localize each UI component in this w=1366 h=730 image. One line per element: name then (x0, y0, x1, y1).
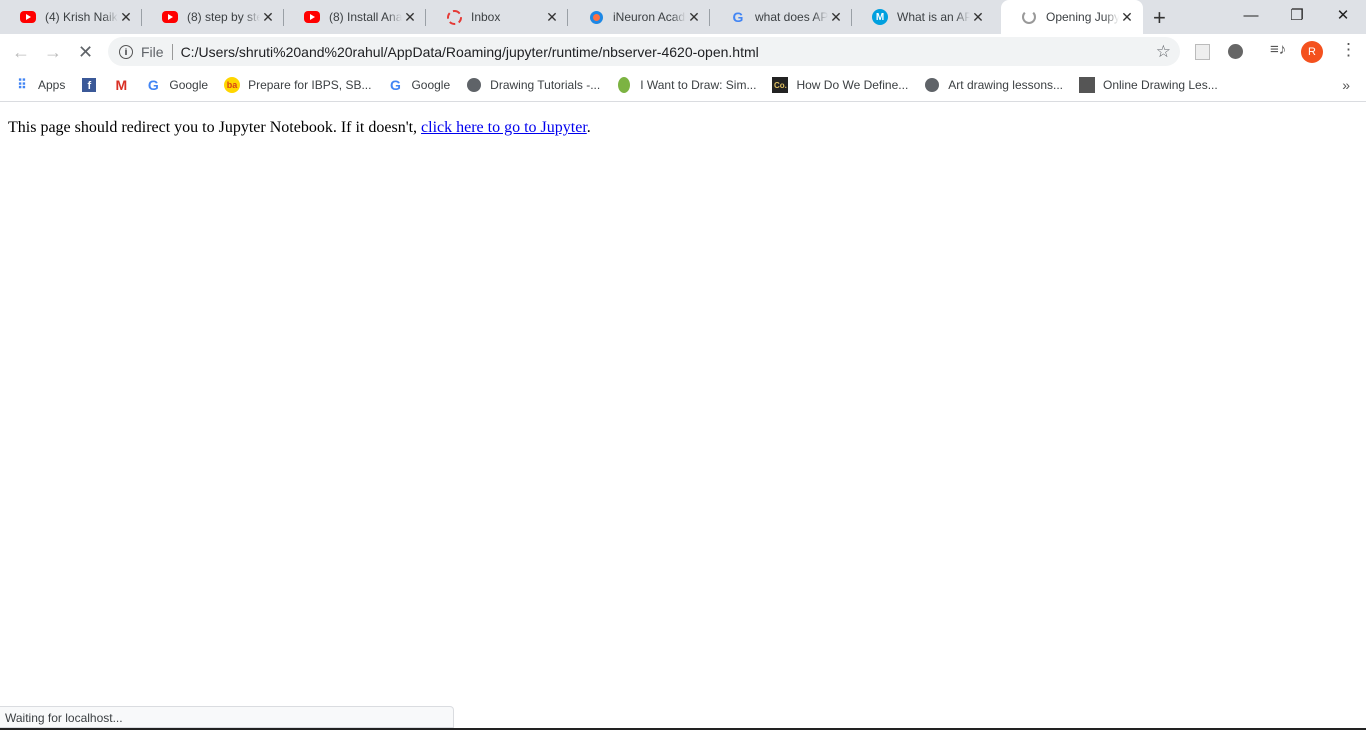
bookmark-label: How Do We Define... (796, 78, 909, 92)
facebook-icon: f (81, 77, 97, 93)
tab-close-button[interactable]: ✕ (544, 9, 560, 26)
apps-icon: ⠿ (17, 77, 27, 92)
globe-icon (466, 77, 482, 93)
bookmark-item[interactable]: M (113, 77, 129, 93)
toolbar: ← → ✕ i File C:/Users/shruti%20and%20rah… (0, 34, 1366, 69)
bookmark-item[interactable]: f (81, 77, 97, 93)
more-bookmarks-icon[interactable]: » (1342, 77, 1350, 93)
media-icon[interactable]: ≡♪ (1270, 41, 1286, 58)
tab-title: Opening Jupyter (1046, 10, 1119, 24)
tab[interactable]: M What is an API ✕ (852, 0, 994, 34)
status-bubble: Waiting for localhost... (0, 706, 454, 728)
bookmark-label: Google (411, 78, 451, 92)
tab-strip: (4) Krish Naik -✕(8) step by step✕(8) In… (0, 0, 1366, 34)
bookmark-label: Online Drawing Les... (1103, 78, 1218, 92)
tab[interactable]: Gwhat does API ✕ (710, 0, 852, 34)
bookmark-label: Drawing Tutorials -... (490, 78, 601, 92)
tab-title: (8) Install Anac (329, 10, 402, 24)
youtube-icon (304, 9, 320, 25)
jupyter-link[interactable]: click here to go to Jupyter (421, 119, 587, 136)
bookmark-item[interactable]: ⠿ Apps (14, 77, 65, 93)
profile-avatar[interactable]: R (1301, 41, 1323, 63)
bookmark-label: Apps (38, 78, 66, 92)
bookmark-item[interactable]: Art drawing lessons... (924, 77, 1063, 93)
extension-icon[interactable] (1195, 44, 1210, 60)
tab-title: (8) step by step (187, 10, 260, 24)
minimize-button[interactable]: — (1228, 0, 1274, 30)
tab-title: what does API (755, 10, 828, 24)
bookmark-item[interactable]: Co. How Do We Define... (772, 77, 908, 93)
bookmark-label: Prepare for IBPS, SB... (248, 78, 372, 92)
info-icon[interactable]: i (119, 44, 133, 59)
close-window-button[interactable]: ✕ (1320, 0, 1366, 30)
url-text[interactable]: C:/Users/shruti%20and%20rahul/AppData/Ro… (181, 44, 759, 60)
address-bar[interactable]: i File C:/Users/shruti%20and%20rahul/App… (108, 37, 1180, 66)
tab-title: (4) Krish Naik - (45, 10, 118, 24)
tab[interactable]: Opening Jupyter✕ (1001, 0, 1143, 34)
tab-title: What is an API (897, 10, 970, 24)
loading-icon (1021, 9, 1037, 25)
bookmarks-bar: ⠿ Apps f M G Google ba Prepare for IBPS, SB... G… (0, 69, 1366, 102)
tab[interactable]: Inbox ✕ (426, 0, 568, 34)
tab-close-button[interactable]: ✕ (970, 9, 986, 26)
tab-close-button[interactable]: ✕ (828, 9, 844, 26)
redirect-text: This page should redirect you to Jupyter… (8, 119, 422, 136)
bookmark-star-icon[interactable]: ☆ (1156, 42, 1171, 62)
new-tab-button[interactable]: + (1153, 5, 1166, 31)
tab-close-button[interactable]: ✕ (1119, 9, 1135, 26)
tab-close-button[interactable]: ✕ (686, 9, 702, 26)
tab-title: Inbox (471, 10, 501, 24)
mulesoft-icon: M (872, 9, 888, 25)
menu-icon[interactable]: ⋮ (1340, 40, 1357, 60)
google-icon: G (147, 77, 159, 93)
bookmark-label: I Want to Draw: Sim... (640, 78, 757, 92)
youtube-icon (162, 9, 178, 25)
tab[interactable]: (4) Krish Naik - ✕ (0, 0, 142, 34)
co-icon: Co. (772, 77, 789, 93)
tab-close-button[interactable]: ✕ (118, 9, 134, 26)
forward-button[interactable]: → (44, 42, 62, 63)
bookmark-item[interactable]: I Want to Draw: Sim... (616, 77, 756, 93)
back-button[interactable]: ← (12, 42, 30, 63)
tab-close-button[interactable]: ✕ (260, 9, 276, 26)
ba-icon: ba (224, 77, 241, 93)
period: . (586, 119, 591, 136)
bookmark-label: Art drawing lessons... (948, 78, 1063, 92)
bookmark-item[interactable]: G Google (387, 77, 450, 93)
tab[interactable]: (8) Install Anac ✕ (284, 0, 426, 34)
google-icon: G (732, 9, 744, 25)
tab[interactable]: iNeuron Academy✕ (568, 0, 710, 34)
tab-close-button[interactable]: ✕ (402, 9, 418, 26)
bookmark-item[interactable]: G Google (145, 77, 208, 93)
bookmark-item[interactable]: ba Prepare for IBPS, SB... (224, 77, 371, 93)
mail-icon (446, 9, 462, 25)
scheme-label: File (141, 43, 164, 60)
google-icon: G (390, 77, 401, 93)
bookmark-item[interactable]: Online Drawing Les... (1079, 77, 1218, 93)
globe-icon (924, 77, 940, 93)
tab[interactable]: (8) step by step✕ (142, 0, 284, 34)
tab-title: iNeuron Academy (613, 10, 686, 24)
leaf-icon (616, 77, 632, 93)
restore-button[interactable]: ❐ (1274, 0, 1320, 30)
page-content: This page should redirect you to Jupyter… (0, 102, 1366, 154)
stop-button[interactable]: ✕ (78, 42, 93, 63)
extension-shield-icon[interactable] (1228, 44, 1243, 59)
bookmark-label: Google (169, 78, 209, 92)
bookmark-item[interactable]: Drawing Tutorials -... (466, 77, 600, 93)
gmail-icon: M (115, 77, 128, 93)
youtube-icon (20, 9, 36, 25)
ineuron-icon (588, 9, 604, 25)
image-icon (1079, 77, 1095, 93)
